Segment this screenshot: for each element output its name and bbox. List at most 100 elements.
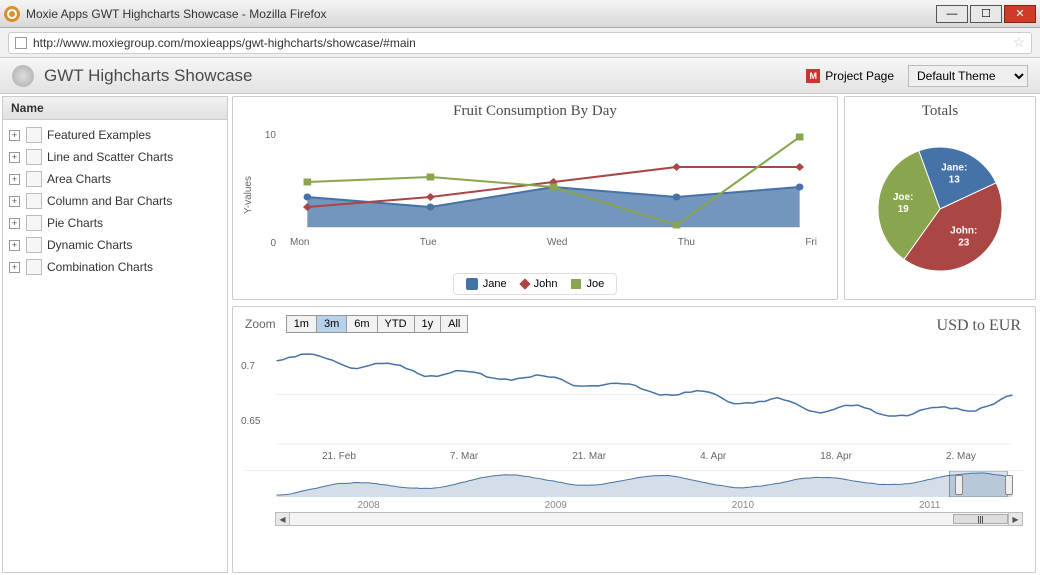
window-buttons: — ☐ ✕ (934, 5, 1036, 23)
fruit-chart-panel: Fruit Consumption By Day Y-values 10 0 M… (232, 96, 838, 300)
url-bar[interactable]: ☆ (8, 32, 1032, 54)
sidebar-item-line-scatter[interactable]: + Line and Scatter Charts (3, 146, 227, 168)
star-icon (26, 127, 42, 143)
page-icon (15, 37, 27, 49)
minimize-button[interactable]: — (936, 5, 968, 23)
scroll-thumb[interactable]: ||| (953, 514, 1008, 524)
y-axis-label: Y-values (243, 122, 254, 269)
expand-icon[interactable]: + (9, 152, 20, 163)
pie-chart-icon (26, 215, 42, 231)
zoom-button-1m[interactable]: 1m (287, 316, 317, 332)
svg-text:13: 13 (949, 175, 961, 186)
sidebar-item-label: Dynamic Charts (47, 238, 132, 252)
svg-text:23: 23 (958, 238, 970, 249)
stock-x-tick: 18. Apr (820, 451, 852, 462)
stock-x-tick: 4. Apr (700, 451, 726, 462)
zoom-controls: Zoom 1m3m6mYTD1yAll (245, 315, 1023, 333)
sidebar-tree: + Featured Examples + Line and Scatter C… (3, 120, 227, 282)
stock-navigator[interactable]: 2008200920102011 (245, 470, 1023, 510)
nav-year-tick: 2011 (919, 500, 941, 511)
stock-x-tick: 2. May (946, 451, 976, 462)
app-logo-icon (12, 65, 34, 87)
top-row: Fruit Consumption By Day Y-values 10 0 M… (232, 96, 1036, 300)
fruit-chart-svg (280, 122, 827, 232)
navigator-year-ticks: 2008200920102011 (245, 500, 1023, 511)
svg-text:Jane:: Jane: (941, 163, 967, 174)
navigator-handle-right[interactable] (1005, 475, 1013, 495)
bookmark-star-icon[interactable]: ☆ (1012, 34, 1025, 51)
navigator-scrollbar[interactable]: ◀ ||| ▶ (275, 512, 1023, 526)
sidebar-item-pie[interactable]: + Pie Charts (3, 212, 227, 234)
stock-x-tick: 7. Mar (450, 451, 478, 462)
stock-x-tick: 21. Mar (572, 451, 606, 462)
stock-chart-plot[interactable]: 0.70.65 (245, 339, 1023, 449)
theme-select[interactable]: Default Theme (908, 65, 1028, 87)
stock-chart-panel: Zoom 1m3m6mYTD1yAll USD to EUR 0.70.65 2… (232, 306, 1036, 573)
sidebar-item-featured[interactable]: + Featured Examples (3, 124, 227, 146)
scroll-track[interactable]: ||| (290, 513, 1008, 525)
x-tick: Wed (547, 237, 567, 248)
expand-icon[interactable]: + (9, 196, 20, 207)
zoom-button-3m[interactable]: 3m (317, 316, 347, 332)
y-axis-ticks: 10 0 (254, 122, 280, 269)
dynamic-chart-icon (26, 237, 42, 253)
zoom-button-1y[interactable]: 1y (415, 316, 442, 332)
stock-chart-svg (245, 339, 1023, 449)
content-area: Fruit Consumption By Day Y-values 10 0 M… (230, 94, 1040, 575)
app-title: GWT Highcharts Showcase (44, 66, 806, 86)
expand-icon[interactable]: + (9, 130, 20, 141)
scroll-right-arrow[interactable]: ▶ (1008, 513, 1022, 525)
x-tick: Mon (290, 237, 309, 248)
moxie-icon: M (806, 69, 820, 83)
x-tick: Tue (420, 237, 437, 248)
main-area: Name + Featured Examples + Line and Scat… (0, 94, 1040, 575)
maximize-button[interactable]: ☐ (970, 5, 1002, 23)
expand-icon[interactable]: + (9, 218, 20, 229)
sidebar-item-dynamic[interactable]: + Dynamic Charts (3, 234, 227, 256)
window-title: Moxie Apps GWT Highcharts Showcase - Moz… (26, 7, 934, 21)
fruit-chart-legend: Jane John Joe (453, 273, 617, 295)
stock-y-tick: 0.65 (241, 416, 260, 427)
nav-year-tick: 2010 (732, 500, 754, 511)
stock-x-ticks: 21. Feb 7. Mar 21. Mar 4. Apr 18. Apr 2. May (245, 451, 1023, 462)
zoom-button-YTD[interactable]: YTD (378, 316, 415, 332)
scroll-left-arrow[interactable]: ◀ (276, 513, 290, 525)
area-chart-icon (26, 171, 42, 187)
expand-icon[interactable]: + (9, 262, 20, 273)
zoom-button-All[interactable]: All (441, 316, 467, 332)
project-page-link[interactable]: M Project Page (806, 69, 894, 83)
stock-y-ticks: 0.70.65 (241, 339, 260, 449)
expand-icon[interactable]: + (9, 174, 20, 185)
svg-text:19: 19 (898, 204, 910, 215)
sidebar-item-label: Area Charts (47, 172, 111, 186)
legend-item-jane[interactable]: Jane (466, 278, 507, 290)
sidebar-item-column-bar[interactable]: + Column and Bar Charts (3, 190, 227, 212)
sidebar-item-label: Featured Examples (47, 128, 151, 142)
fruit-chart-plot[interactable]: MonTueWedThuFri (280, 122, 827, 269)
pie-title: Totals (851, 103, 1029, 120)
zoom-button-group: 1m3m6mYTD1yAll (286, 315, 469, 333)
sidebar-item-label: Column and Bar Charts (47, 194, 172, 208)
sidebar-item-combination[interactable]: + Combination Charts (3, 256, 227, 278)
legend-item-joe[interactable]: Joe (571, 278, 604, 290)
bar-chart-icon (26, 193, 42, 209)
totals-pie-panel: Totals Jane:13John:23Joe:19 (844, 96, 1036, 300)
close-button[interactable]: ✕ (1004, 5, 1036, 23)
window-titlebar: Moxie Apps GWT Highcharts Showcase - Moz… (0, 0, 1040, 28)
stock-x-tick: 21. Feb (322, 451, 356, 462)
legend-item-john[interactable]: John (521, 278, 558, 290)
line-chart-icon (26, 149, 42, 165)
svg-text:John:: John: (950, 226, 977, 237)
url-input[interactable] (33, 36, 1012, 50)
y-tick: 10 (265, 130, 276, 141)
sidebar-item-label: Combination Charts (47, 260, 153, 274)
project-page-label: Project Page (825, 69, 894, 83)
pie-chart-svg[interactable]: Jane:13John:23Joe:19 (855, 124, 1025, 284)
sidebar-item-area[interactable]: + Area Charts (3, 168, 227, 190)
expand-icon[interactable]: + (9, 240, 20, 251)
navigator-handle-left[interactable] (955, 475, 963, 495)
zoom-button-6m[interactable]: 6m (347, 316, 377, 332)
firefox-icon (4, 6, 20, 22)
fruit-chart-body: Y-values 10 0 MonTueWedThuFri (243, 122, 827, 269)
combo-chart-icon (26, 259, 42, 275)
